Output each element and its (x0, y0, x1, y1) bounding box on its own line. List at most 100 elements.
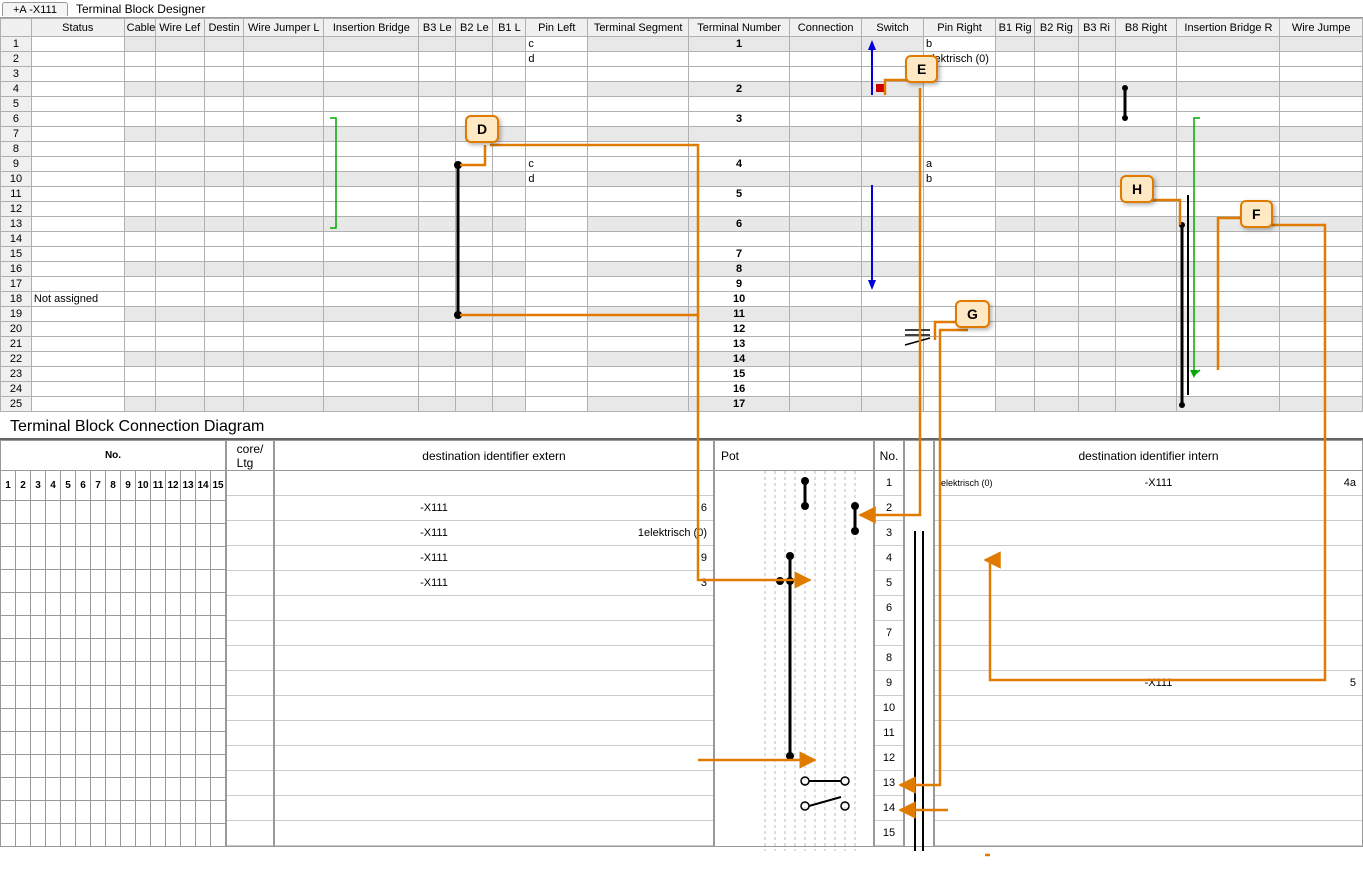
grid-cell[interactable] (1115, 112, 1177, 127)
grid-cell[interactable] (1177, 157, 1280, 172)
grid-cell[interactable] (419, 52, 456, 67)
grid-cell[interactable] (1078, 37, 1115, 52)
grid-cell[interactable] (419, 367, 456, 382)
grid-cell[interactable] (996, 292, 1035, 307)
cell-switch[interactable] (862, 202, 924, 217)
grid-cell[interactable] (1115, 397, 1177, 412)
grid-cell[interactable] (456, 217, 493, 232)
grid-cell[interactable] (456, 37, 493, 52)
grid-cell[interactable] (1115, 127, 1177, 142)
grid-cell[interactable] (996, 322, 1035, 337)
grid-cell[interactable] (419, 322, 456, 337)
cell-connection[interactable] (790, 382, 862, 397)
col-header[interactable]: B3 Ri (1078, 19, 1115, 37)
cell-switch[interactable] (862, 247, 924, 262)
grid-cell[interactable] (204, 292, 243, 307)
grid-cell[interactable] (1035, 67, 1078, 82)
grid-cell[interactable] (1035, 397, 1078, 412)
row-number[interactable]: 14 (1, 232, 32, 247)
cell-pin-left[interactable] (526, 112, 588, 127)
cell-status[interactable] (31, 322, 124, 337)
col-header[interactable]: B1 L (493, 19, 526, 37)
col-header[interactable]: Insertion Bridge (324, 19, 419, 37)
grid-cell[interactable] (456, 337, 493, 352)
grid-cell[interactable] (1177, 142, 1280, 157)
grid-cell[interactable] (155, 37, 204, 52)
col-header[interactable] (1, 19, 32, 37)
row-number[interactable]: 25 (1, 397, 32, 412)
col-header[interactable]: Switch (862, 19, 924, 37)
col-header[interactable]: Insertion Bridge R (1177, 19, 1280, 37)
grid-cell[interactable] (996, 397, 1035, 412)
grid-cell[interactable] (419, 277, 456, 292)
grid-cell[interactable] (1078, 82, 1115, 97)
cell-pin-right[interactable] (924, 352, 996, 367)
grid-cell[interactable] (1280, 247, 1363, 262)
grid-cell[interactable] (124, 82, 155, 97)
row-number[interactable]: 7 (1, 127, 32, 142)
grid-cell[interactable] (204, 97, 243, 112)
cell-segment[interactable] (588, 397, 689, 412)
grid-cell[interactable] (324, 247, 419, 262)
grid-cell[interactable] (1115, 352, 1177, 367)
cell-segment[interactable] (588, 127, 689, 142)
grid-cell[interactable] (1177, 352, 1280, 367)
grid-cell[interactable] (419, 262, 456, 277)
cell-terminal-number[interactable]: 6 (689, 217, 790, 232)
grid-cell[interactable] (204, 82, 243, 97)
grid-cell[interactable] (244, 187, 324, 202)
row-number[interactable]: 20 (1, 322, 32, 337)
cell-switch[interactable] (862, 142, 924, 157)
grid-cell[interactable] (493, 382, 526, 397)
col-header[interactable]: Wire Lef (155, 19, 204, 37)
cell-switch[interactable] (862, 307, 924, 322)
grid-cell[interactable] (155, 397, 204, 412)
cell-segment[interactable] (588, 142, 689, 157)
grid-cell[interactable] (1280, 127, 1363, 142)
grid-cell[interactable] (1035, 352, 1078, 367)
grid-cell[interactable] (124, 172, 155, 187)
grid-cell[interactable] (244, 67, 324, 82)
grid-cell[interactable] (1035, 262, 1078, 277)
grid-cell[interactable] (493, 142, 526, 157)
row-number[interactable]: 22 (1, 352, 32, 367)
grid-cell[interactable] (244, 112, 324, 127)
cell-terminal-number[interactable]: 13 (689, 337, 790, 352)
grid-cell[interactable] (1177, 67, 1280, 82)
grid-cell[interactable] (456, 202, 493, 217)
grid-cell[interactable] (419, 112, 456, 127)
grid-cell[interactable] (456, 52, 493, 67)
cell-status[interactable] (31, 352, 124, 367)
grid-cell[interactable] (204, 52, 243, 67)
cell-connection[interactable] (790, 142, 862, 157)
cell-switch[interactable] (862, 337, 924, 352)
cell-pin-right[interactable] (924, 262, 996, 277)
grid-cell[interactable] (1177, 232, 1280, 247)
grid-cell[interactable] (1035, 142, 1078, 157)
grid-cell[interactable] (324, 262, 419, 277)
col-header[interactable]: B2 Rig (1035, 19, 1078, 37)
grid-cell[interactable] (493, 157, 526, 172)
grid-cell[interactable] (996, 37, 1035, 52)
grid-cell[interactable] (419, 307, 456, 322)
grid-cell[interactable] (1078, 217, 1115, 232)
grid-cell[interactable] (1078, 367, 1115, 382)
grid-cell[interactable] (124, 127, 155, 142)
row-number[interactable]: 23 (1, 367, 32, 382)
grid-cell[interactable] (996, 382, 1035, 397)
cell-pin-right[interactable]: a (924, 157, 996, 172)
cell-connection[interactable] (790, 52, 862, 67)
cell-pin-right[interactable] (924, 217, 996, 232)
grid-cell[interactable] (419, 247, 456, 262)
grid-cell[interactable] (155, 277, 204, 292)
row-number[interactable]: 5 (1, 97, 32, 112)
grid-cell[interactable] (324, 67, 419, 82)
grid-cell[interactable] (124, 112, 155, 127)
grid-cell[interactable] (419, 232, 456, 247)
cell-pin-left[interactable] (526, 397, 588, 412)
cell-switch[interactable] (862, 217, 924, 232)
grid-cell[interactable] (1280, 187, 1363, 202)
grid-cell[interactable] (1177, 247, 1280, 262)
cell-status[interactable] (31, 97, 124, 112)
cell-pin-right[interactable] (924, 97, 996, 112)
